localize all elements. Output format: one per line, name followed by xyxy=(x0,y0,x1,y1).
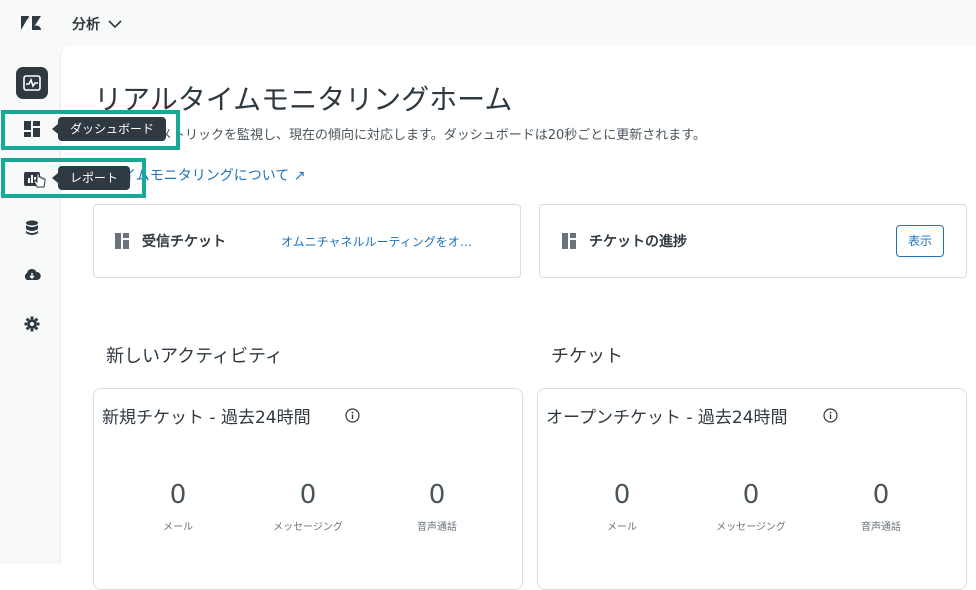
page-description: ムで主要なメトリックを監視し、現在の傾向に対応します。ダッシュボードは20秒ごと… xyxy=(94,128,706,143)
nav-datasets[interactable] xyxy=(16,212,48,244)
zendesk-logo[interactable] xyxy=(20,12,42,34)
metric-label-messaging: メッセージング xyxy=(716,522,786,533)
monitor-icon xyxy=(23,75,41,91)
widget-icon xyxy=(115,233,129,249)
metric-value-email: 0 xyxy=(613,480,631,510)
new-tickets-title: 新規チケット - 過去24時間 xyxy=(102,408,311,428)
cloud-download-icon xyxy=(24,268,41,280)
nav-settings[interactable] xyxy=(16,308,48,340)
tooltip-dashboard: ダッシュボード xyxy=(51,117,167,141)
top-bar: 分析 xyxy=(0,0,976,46)
metric-value-email: 0 xyxy=(169,480,187,510)
metric-value-messaging: 0 xyxy=(742,480,760,510)
chevron-down-icon xyxy=(108,20,122,29)
tooltip-reports: レポート xyxy=(51,166,131,190)
view-button[interactable]: 表示 xyxy=(896,225,944,257)
section-tickets: チケット xyxy=(551,346,623,367)
metric-label-email: メール xyxy=(607,522,637,533)
hand-cursor-icon xyxy=(33,173,46,188)
gear-icon xyxy=(24,316,40,332)
info-icon[interactable] xyxy=(823,408,838,423)
section-new-activity: 新しいアクティビティ xyxy=(106,346,283,367)
info-icon[interactable] xyxy=(345,408,360,423)
product-switcher[interactable]: 分析 xyxy=(72,14,122,34)
nav-monitor[interactable] xyxy=(16,67,48,99)
omnichannel-routing-link[interactable]: オムニチャネルルーティングをオン... xyxy=(281,233,481,250)
metric-value-voice: 0 xyxy=(428,480,446,510)
ticket-progress-title: チケットの進捗 xyxy=(589,234,687,250)
inbound-tickets-title: 受信チケット xyxy=(142,234,226,250)
metric-label-voice: 音声通話 xyxy=(417,522,457,533)
nav-export[interactable] xyxy=(16,259,48,291)
metric-value-voice: 0 xyxy=(872,480,890,510)
metric-value-messaging: 0 xyxy=(299,480,317,510)
product-name: 分析 xyxy=(72,17,100,33)
open-tickets-title: オープンチケット - 過去24時間 xyxy=(546,408,788,428)
widget-icon xyxy=(562,233,576,249)
metric-label-messaging: メッセージング xyxy=(273,522,343,533)
metric-label-email: メール xyxy=(163,522,193,533)
database-icon xyxy=(26,220,38,235)
metric-label-voice: 音声通話 xyxy=(861,522,901,533)
